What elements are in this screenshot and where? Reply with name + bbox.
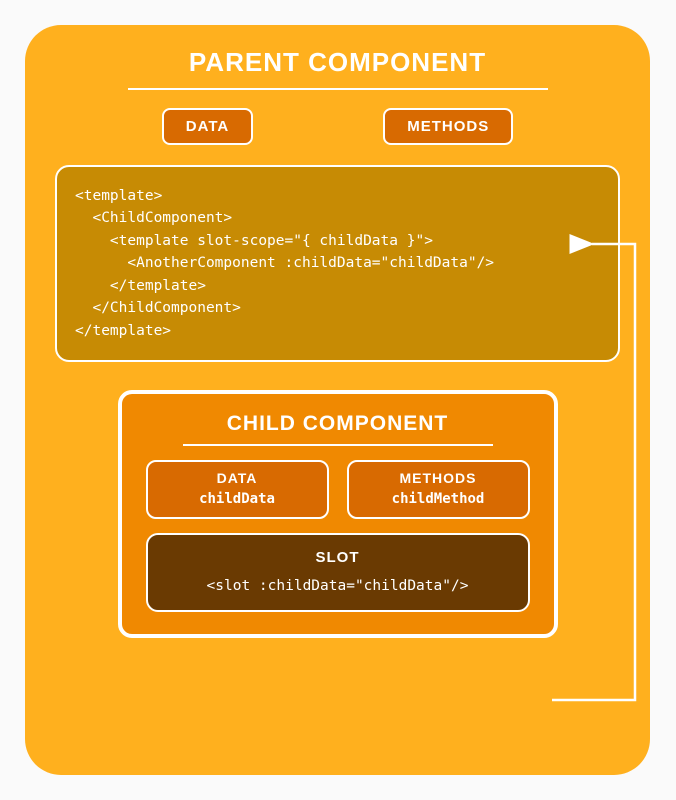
- child-data-label: DATA: [156, 470, 319, 486]
- child-component-card: CHILD COMPONENT DATA childData METHODS c…: [118, 390, 558, 638]
- child-slot-box: SLOT <slot :childData="childData"/>: [146, 533, 530, 612]
- parent-chip-row: DATA METHODS: [55, 108, 620, 145]
- slot-code: <slot :childData="childData"/>: [158, 578, 518, 594]
- parent-component-card: PARENT COMPONENT DATA METHODS <template>…: [25, 25, 650, 775]
- child-chip-row: DATA childData METHODS childMethod: [146, 460, 530, 519]
- slot-label: SLOT: [158, 549, 518, 566]
- child-divider: [183, 444, 493, 446]
- parent-divider: [128, 88, 548, 90]
- parent-template-code: <template> <ChildComponent> <template sl…: [55, 165, 620, 362]
- parent-data-chip: DATA: [162, 108, 253, 145]
- child-methods-label: METHODS: [357, 470, 520, 486]
- child-data-chip: DATA childData: [146, 460, 329, 519]
- parent-title: PARENT COMPONENT: [55, 47, 620, 78]
- parent-methods-chip: METHODS: [383, 108, 513, 145]
- child-data-value: childData: [156, 491, 319, 507]
- child-methods-chip: METHODS childMethod: [347, 460, 530, 519]
- child-methods-value: childMethod: [357, 491, 520, 507]
- child-title: CHILD COMPONENT: [146, 412, 530, 436]
